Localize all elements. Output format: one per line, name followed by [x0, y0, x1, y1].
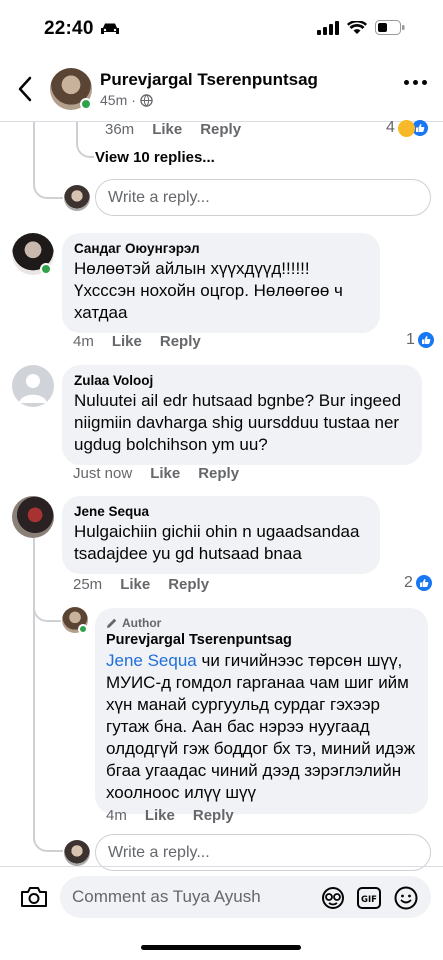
like-button[interactable]: Like — [150, 465, 180, 482]
comment-bubble: Jene Sequa Hulgaichiin gichii ohin n uga… — [62, 496, 380, 574]
user-avatar — [64, 185, 90, 211]
like-button[interactable]: Like — [152, 121, 182, 138]
gif-icon[interactable]: GIF — [357, 887, 381, 914]
user-avatar — [64, 840, 90, 866]
reply-meta: 4m Like Reply — [106, 807, 234, 824]
battery-icon — [375, 20, 405, 35]
reaction-count: 4 — [386, 119, 395, 136]
thread-branch — [33, 604, 61, 622]
back-button[interactable] — [14, 74, 38, 104]
reply-text: Jene Sequa чи гичийнээс төрсөн шүү, МУИС… — [106, 650, 416, 804]
comment-time: 25m — [73, 576, 103, 593]
commenter-avatar[interactable] — [12, 496, 54, 538]
thread-line — [33, 122, 35, 187]
home-indicator — [141, 945, 301, 950]
signal-icon — [317, 20, 339, 35]
reply-body: чи гичийнээс төрсөн шүү, МУИС-д гомдол г… — [106, 651, 416, 802]
online-indicator — [40, 263, 52, 275]
author-badge: Author — [106, 616, 416, 630]
thread-line — [33, 538, 35, 840]
reaction-count: 1 — [406, 331, 415, 348]
online-indicator — [78, 624, 88, 634]
commenter-name[interactable]: Jene Sequa — [74, 504, 368, 519]
like-button[interactable]: Like — [145, 807, 175, 824]
like-reaction-icon — [415, 575, 432, 591]
author-badge-label: Author — [122, 616, 162, 630]
comment-text: Hulgaichiin gichii ohin n ugaadsandaa ts… — [74, 522, 360, 563]
reactions[interactable]: 1 — [406, 331, 434, 349]
default-avatar-icon[interactable] — [12, 365, 54, 407]
comment-text: Нөлөөтэй айлын хүүхдүүд!!!!!! Үхсссэн но… — [74, 259, 343, 322]
commenter-name[interactable]: Сандаг Оюунгэрэл — [74, 241, 368, 256]
comment-time: 36m — [105, 121, 135, 138]
comment-meta: 25m Like Reply — [73, 576, 209, 593]
reaction-count: 2 — [404, 574, 413, 591]
composer-placeholder: Comment as Tuya Ayush — [72, 887, 261, 906]
reply-button[interactable]: Reply — [200, 121, 241, 138]
comment-meta: 36m Like Reply — [105, 121, 241, 138]
comment-bubble: Сандаг Оюунгэрэл Нөлөөтэй айлын хүүхдүүд… — [62, 233, 380, 333]
wifi-icon — [347, 20, 367, 34]
status-time: 22:40 — [44, 18, 94, 39]
like-button[interactable]: Like — [112, 333, 142, 350]
reply-input[interactable]: Write a reply... — [95, 179, 431, 216]
more-options-icon[interactable] — [404, 80, 427, 85]
reactions[interactable]: 2 — [404, 574, 432, 592]
online-indicator — [80, 98, 92, 110]
reply-author-name[interactable]: Purevjargal Tserenpuntsag — [106, 632, 416, 648]
reply-button[interactable]: Reply — [193, 807, 234, 824]
thread-branch — [33, 832, 63, 852]
reply-button[interactable]: Reply — [168, 576, 209, 593]
thread-branch — [33, 185, 63, 199]
status-icons — [317, 20, 405, 35]
view-replies-link[interactable]: View 10 replies... — [95, 149, 215, 166]
post-meta: 45m · — [100, 92, 153, 108]
reply-time: 4m — [106, 807, 127, 824]
composer-divider — [0, 866, 443, 867]
haha-reaction-icon — [397, 119, 415, 137]
reply-bubble: Author Purevjargal Tserenpuntsag Jene Se… — [95, 608, 428, 814]
comment-time: Just now — [73, 465, 133, 482]
reactions[interactable]: 4 — [386, 119, 428, 137]
avatar-sticker-icon[interactable] — [320, 886, 346, 915]
commenter-name[interactable]: Zulaa Volooj — [74, 373, 410, 388]
camera-icon[interactable] — [20, 885, 48, 914]
comment-meta: Just now Like Reply — [73, 465, 239, 482]
dot-separator: · — [131, 92, 136, 108]
thread-branch — [76, 140, 94, 158]
comment-time: 4m — [73, 333, 94, 350]
thread-line — [76, 122, 78, 142]
svg-text:GIF: GIF — [361, 895, 377, 905]
like-button[interactable]: Like — [120, 576, 150, 593]
comment-meta: 4m Like Reply — [73, 333, 201, 350]
mention-link[interactable]: Jene Sequa — [106, 651, 197, 670]
reply-button[interactable]: Reply — [160, 333, 201, 350]
pencil-icon — [107, 618, 117, 628]
reply-button[interactable]: Reply — [198, 465, 239, 482]
driving-mode-icon — [100, 22, 120, 41]
post-author-name[interactable]: Purevjargal Tserenpuntsag — [100, 70, 318, 90]
emoji-icon[interactable] — [394, 886, 418, 915]
comment-bubble: Zulaa Volooj Nuluutei ail edr hutsaad bg… — [62, 365, 422, 465]
comment-text: Nuluutei ail edr hutsaad bgnbe? Bur inge… — [74, 391, 402, 454]
like-reaction-icon — [417, 332, 434, 348]
post-time: 45m — [100, 92, 128, 108]
globe-icon — [140, 93, 153, 107]
